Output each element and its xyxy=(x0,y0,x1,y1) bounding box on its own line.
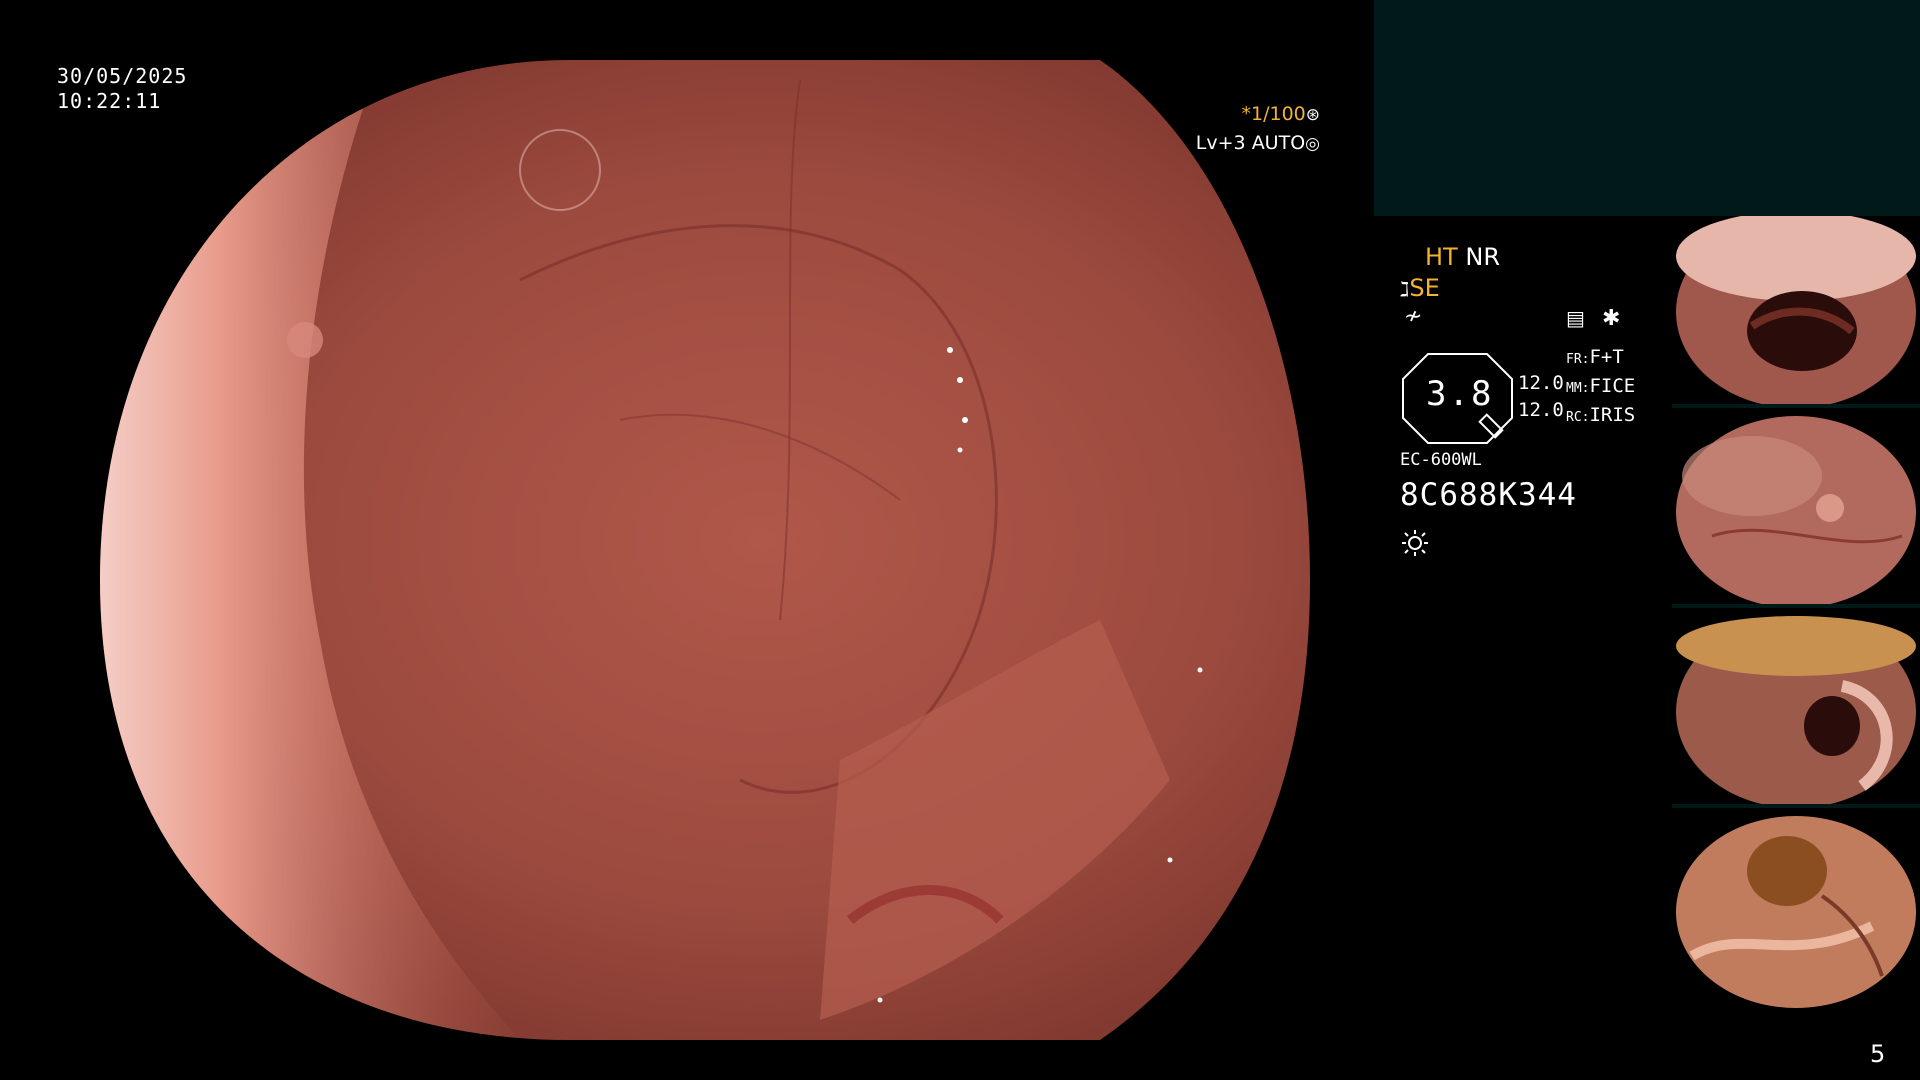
thumbnail-1[interactable] xyxy=(1672,216,1920,408)
mm-label: MM: xyxy=(1566,381,1590,396)
shutter-speed: *1/100 xyxy=(1241,103,1306,125)
enhancement-ht-nr: HT NR xyxy=(1425,243,1500,271)
exposure-mode: AUTO xyxy=(1251,132,1306,154)
thumbnail-3[interactable] xyxy=(1672,616,1920,808)
endoscopy-main-view xyxy=(20,20,1370,1060)
structure-icon: ℷ xyxy=(1400,277,1410,301)
scope-model: EC-600WL xyxy=(1400,450,1482,470)
document-icon: ▤ xyxy=(1566,306,1585,330)
zoom-value: 3.8 xyxy=(1426,374,1494,414)
rc-value: IRIS xyxy=(1589,404,1636,426)
se-indicator: SE xyxy=(1409,274,1440,302)
info-panel xyxy=(1374,0,1920,216)
fr-label: FR: xyxy=(1566,352,1590,367)
ht-indicator: HT xyxy=(1425,243,1458,271)
fr-value: F+T xyxy=(1589,346,1624,368)
target-icon: ◎ xyxy=(1305,134,1320,154)
sun-icon xyxy=(1402,530,1428,556)
aperture-icon: ⊛ xyxy=(1305,105,1320,125)
settings-values: 12.0 12.0 xyxy=(1518,370,1564,424)
thumbnail-2[interactable] xyxy=(1672,416,1920,608)
enhancement-se: ℷSE xyxy=(1400,274,1440,302)
nr-indicator: NR xyxy=(1465,243,1500,271)
color-icon: ≁ xyxy=(1404,304,1423,329)
star-icon: ✱ xyxy=(1602,306,1621,331)
rc-label: RC: xyxy=(1566,410,1590,425)
mode-settings: FR:F+T MM:FICE RC:IRIS xyxy=(1566,344,1635,431)
value-b: 12.0 xyxy=(1518,399,1564,421)
scope-serial: 8C688K344 xyxy=(1400,477,1577,513)
mm-value: FICE xyxy=(1589,375,1636,397)
date-text: 30/05/2025 xyxy=(57,64,188,88)
value-a: 12.0 xyxy=(1518,372,1564,394)
datetime-readout: 30/05/2025 10:22:11 xyxy=(57,64,187,114)
time-text: 10:22:11 xyxy=(57,89,162,113)
shutter-readout: *1/100⊛ Lv+3 AUTO◎ xyxy=(1195,100,1320,158)
page-number: 5 xyxy=(1870,1040,1886,1068)
exposure-level: Lv+3 xyxy=(1195,132,1246,154)
thumbnail-4[interactable] xyxy=(1672,816,1920,1008)
